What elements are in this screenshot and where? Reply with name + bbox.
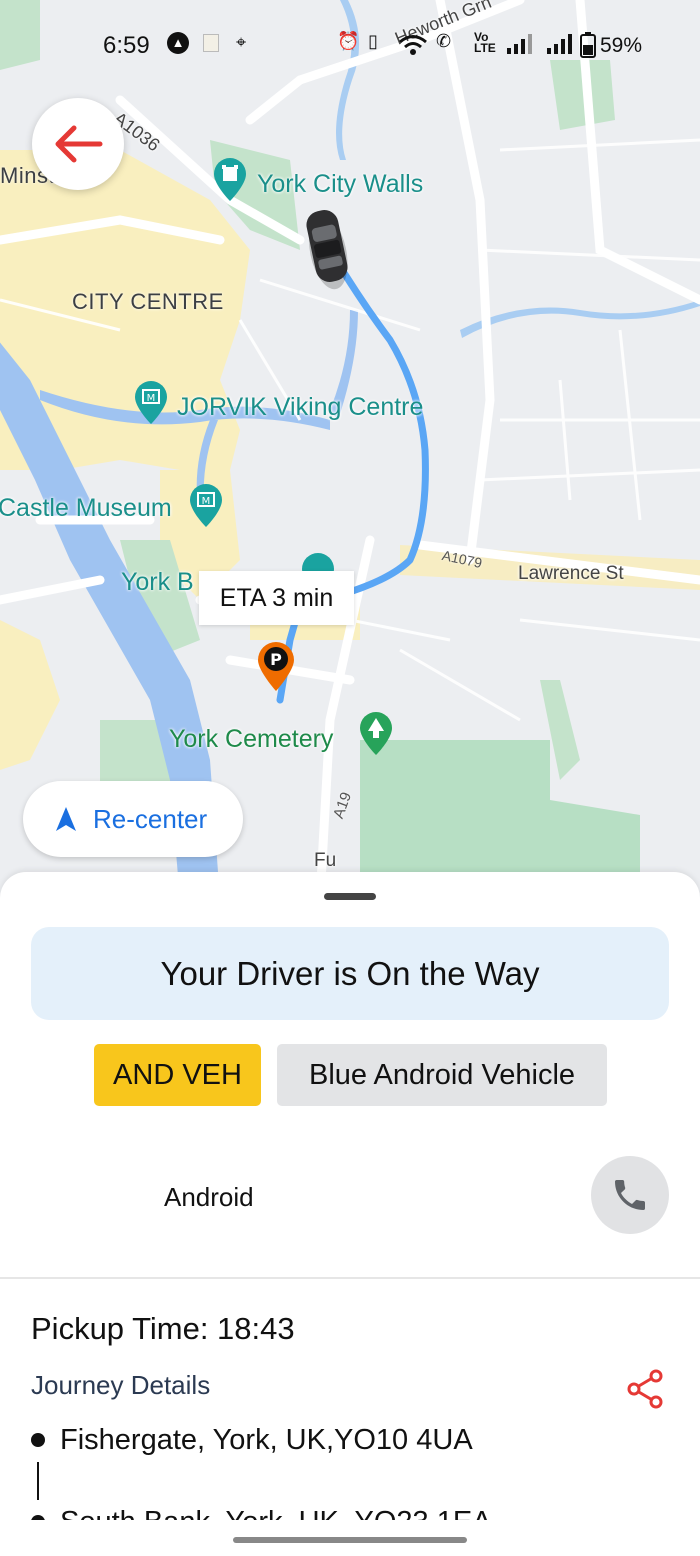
- map-view[interactable]: A1036 Heworth Grn Minst York City Walls …: [0, 0, 700, 900]
- poi-label-jorvik[interactable]: JORVIK Viking Centre: [177, 393, 423, 422]
- landmark-pin-icon[interactable]: [211, 157, 249, 203]
- svg-text:M: M: [202, 496, 211, 507]
- route-connector-line: [37, 1462, 39, 1500]
- home-indicator[interactable]: [233, 1537, 467, 1543]
- pickup-address: Fishergate, York, UK,YO10 4UA: [60, 1424, 473, 1456]
- wifi-icon: [399, 35, 427, 55]
- signal-icon: [547, 34, 572, 54]
- plate-badge: AND VEH: [94, 1044, 261, 1106]
- driver-name: Android: [164, 1182, 254, 1212]
- back-button[interactable]: [32, 98, 124, 190]
- status-bar: 6:59 ▲ ⌖ ⏰ ▯ ✆ Vo LTE 59%: [0, 28, 700, 68]
- share-icon[interactable]: [626, 1369, 664, 1409]
- back-arrow-icon: [55, 125, 103, 163]
- poi-label-york-cemetery[interactable]: York Cemetery: [169, 725, 333, 754]
- road-label-fu: Fu: [314, 850, 337, 871]
- poi-label-york-city-walls[interactable]: York City Walls: [257, 170, 423, 199]
- poi-label-york-b[interactable]: York B: [121, 568, 194, 597]
- museum-pin-icon[interactable]: M: [187, 483, 225, 529]
- park-pin-icon[interactable]: [357, 711, 395, 757]
- call-driver-button[interactable]: [591, 1156, 669, 1234]
- drag-handle[interactable]: [324, 893, 376, 900]
- svg-text:M: M: [147, 393, 156, 404]
- driver-status-banner: Your Driver is On the Way: [31, 927, 669, 1020]
- pickup-time: Pickup Time: 18:43: [31, 1311, 295, 1346]
- battery-percent: 59%: [600, 34, 643, 57]
- phone-icon: [615, 1180, 645, 1210]
- pickup-marker-letter: P: [270, 650, 282, 669]
- alarm-icon: ⏰: [337, 31, 360, 51]
- location-icon: ⌖: [236, 32, 247, 52]
- road-label-lawrence-st: Lawrence St: [518, 563, 624, 584]
- notification-icon: [203, 34, 219, 52]
- divider: [0, 1277, 700, 1279]
- status-time: 6:59: [103, 32, 150, 59]
- wifi-call-icon: ✆: [436, 31, 452, 51]
- volte-icon: Vo LTE: [474, 30, 496, 55]
- pickup-pin-icon[interactable]: P: [256, 641, 296, 693]
- android-auto-icon: ▲: [167, 32, 189, 54]
- vibrate-icon: ▯: [368, 31, 378, 51]
- recenter-button[interactable]: Re-center: [23, 781, 243, 857]
- recenter-label: Re-center: [93, 803, 208, 834]
- driver-sheet: Your Driver is On the Way AND VEH Blue A…: [0, 872, 700, 1556]
- eta-bubble: ETA 3 min: [199, 571, 354, 625]
- area-label-city-centre: CITY CENTRE: [72, 289, 224, 314]
- journey-details-title: Journey Details: [31, 1370, 211, 1400]
- battery-icon: [580, 32, 596, 58]
- navigation-arrow-icon: [56, 807, 76, 831]
- poi-label-castle-museum[interactable]: Castle Museum: [0, 494, 172, 523]
- vehicle-badge: Blue Android Vehicle: [277, 1044, 607, 1106]
- pickup-stop-dot: [31, 1433, 45, 1447]
- museum-pin-icon[interactable]: M: [132, 380, 170, 426]
- signal-icon: [507, 34, 532, 54]
